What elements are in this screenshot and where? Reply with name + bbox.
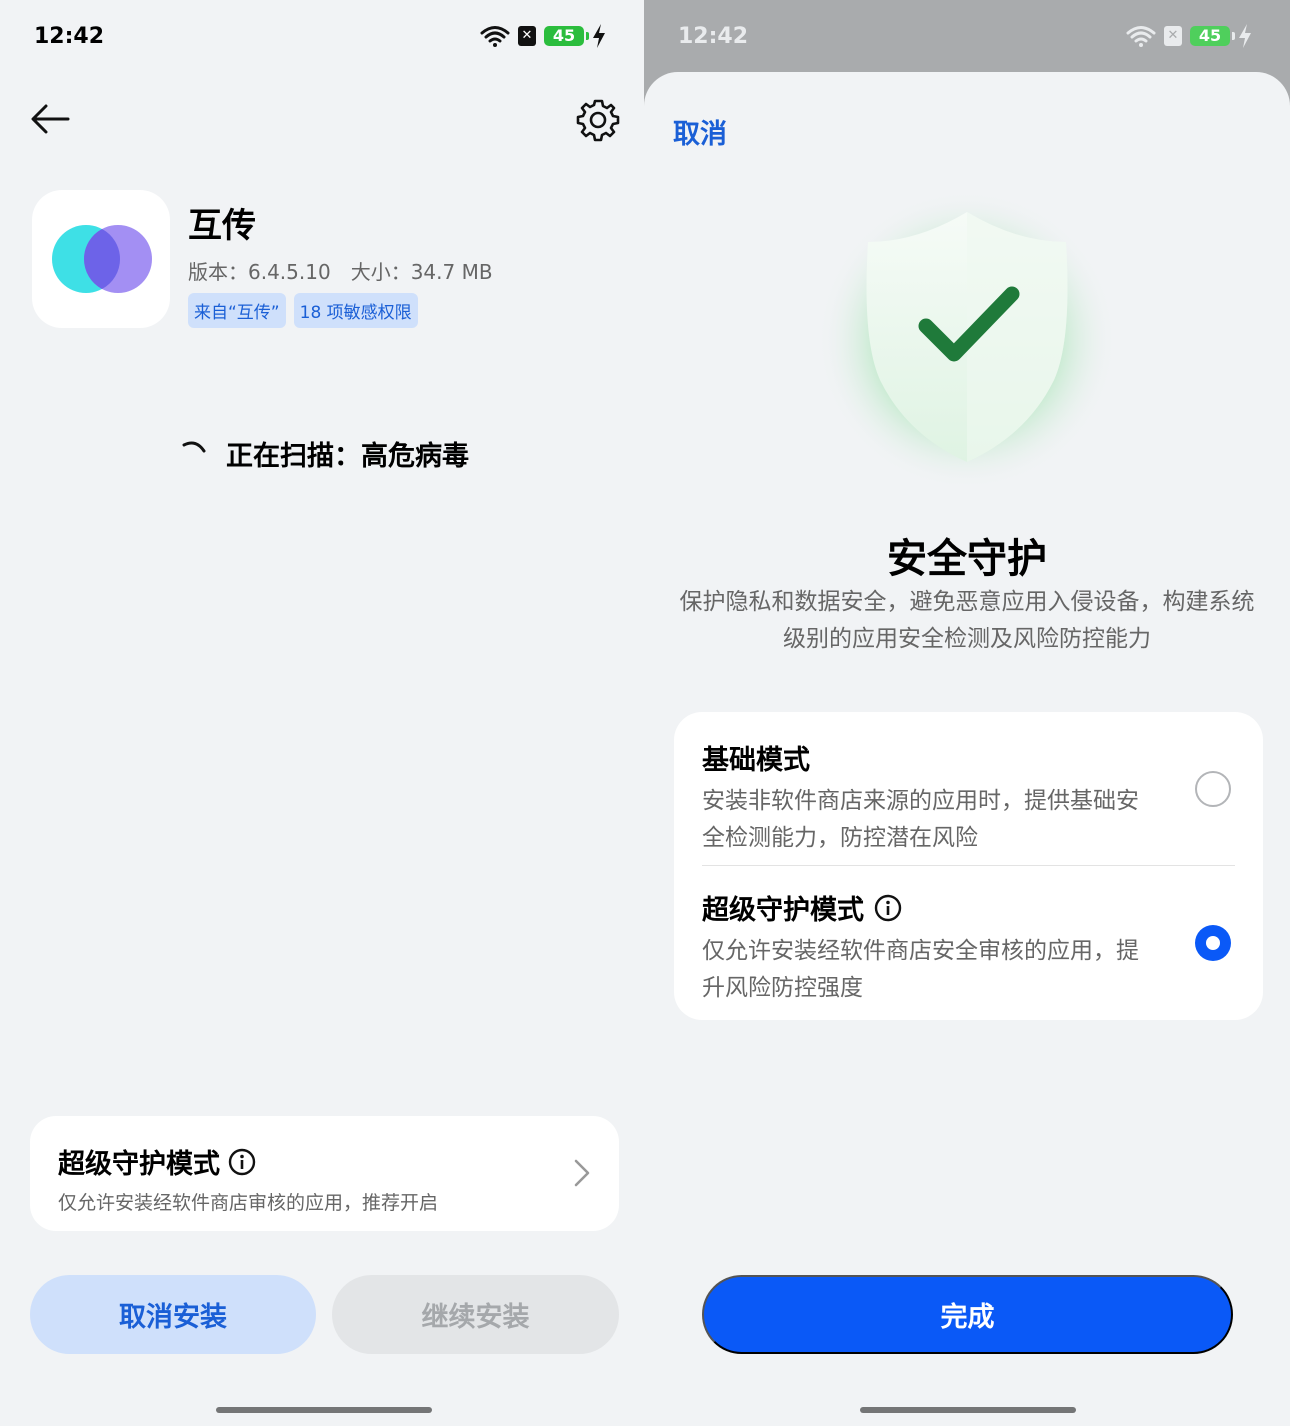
chevron-right-icon xyxy=(574,1159,590,1187)
settings-button[interactable] xyxy=(574,96,622,144)
sheet-cancel-button[interactable]: 取消 xyxy=(673,112,727,151)
option-basic-mode[interactable]: 基础模式 安装非软件商店来源的应用时，提供基础安全检测能力，防控潜在风险 xyxy=(702,738,1235,857)
sheet-description: 保护隐私和数据安全，避免恶意应用入侵设备，构建系统级别的应用安全检测及风险防控能… xyxy=(679,589,1255,652)
transfer-app-logo-icon xyxy=(52,225,152,293)
shield-check-icon xyxy=(817,190,1117,490)
status-bar-dimmed: 12:42 ✕ 45 xyxy=(644,0,1290,76)
status-icons: ✕ 45 xyxy=(480,24,606,48)
scan-status: 正在扫描：高危病毒 xyxy=(178,434,469,473)
source-tag[interactable]: 来自“互传” xyxy=(188,293,286,328)
shield-illustration xyxy=(817,190,1117,490)
security-settings-screen: 12:42 ✕ 45 取消 安全守护 保护隐私和数据安全，避免恶意应用入侵设备，… xyxy=(644,0,1290,1426)
option-desc: 仅允许安装经软件商店安全审核的应用，提升风险防控强度 xyxy=(702,938,1139,1001)
status-time: 12:42 xyxy=(34,24,105,49)
battery-icon: 45 xyxy=(544,26,589,46)
status-time: 12:42 xyxy=(678,24,749,49)
option-title-text: 超级守护模式 xyxy=(702,895,864,926)
option-title: 超级守护模式 xyxy=(702,888,1235,927)
cancel-install-button[interactable]: 取消安装 xyxy=(30,1275,316,1354)
option-super-guard-mode[interactable]: 超级守护模式 仅允许安装经软件商店安全审核的应用，提升风险防控强度 xyxy=(702,888,1235,1007)
info-icon[interactable] xyxy=(228,1148,256,1176)
super-guard-mode-radio[interactable] xyxy=(1195,925,1231,961)
mode-card-title-text: 超级守护模式 xyxy=(58,1149,220,1180)
app-version-size: 版本：6.4.5.10 大小：34.7 MB xyxy=(188,260,493,284)
no-sim-icon: ✕ xyxy=(518,26,536,46)
option-desc: 安装非软件商店来源的应用时，提供基础安全检测能力，防控潜在风险 xyxy=(702,788,1139,851)
info-icon[interactable] xyxy=(874,894,902,922)
mode-card-desc: 仅允许安装经软件商店审核的应用，推荐开启 xyxy=(58,1192,439,1214)
super-guard-mode-card[interactable]: 超级守护模式 仅允许安装经软件商店审核的应用，推荐开启 xyxy=(30,1116,619,1231)
bottom-sheet: 取消 安全守护 保护隐私和数据安全，避免恶意应用入侵设备，构建系统级别的应用安全… xyxy=(644,72,1290,1426)
sheet-title: 安全守护 xyxy=(887,536,1047,582)
back-button[interactable] xyxy=(28,96,76,144)
app-tags: 来自“互传” 18 项敏感权限 xyxy=(188,293,418,328)
home-indicator[interactable] xyxy=(860,1407,1076,1413)
mode-options: 基础模式 安装非软件商店来源的应用时，提供基础安全检测能力，防控潜在风险 超级守… xyxy=(674,712,1263,1020)
gear-icon xyxy=(576,99,620,142)
option-title: 基础模式 xyxy=(702,738,1235,777)
done-button[interactable]: 完成 xyxy=(702,1275,1233,1354)
status-icons: ✕ 45 xyxy=(1126,24,1252,48)
mode-card-title: 超级守护模式 xyxy=(58,1142,256,1181)
option-title-text: 基础模式 xyxy=(702,745,810,776)
charging-icon xyxy=(593,24,605,48)
scan-text: 正在扫描：高危病毒 xyxy=(226,441,469,472)
install-screen: 12:42 ✕ 45 互传 版本：6.4.5.10 大小：34.7 MB 来自“… xyxy=(0,0,644,1426)
home-indicator[interactable] xyxy=(216,1407,432,1413)
loading-spinner-icon xyxy=(182,441,206,452)
wifi-icon xyxy=(1126,26,1156,47)
basic-mode-radio[interactable] xyxy=(1195,771,1231,807)
permissions-tag[interactable]: 18 项敏感权限 xyxy=(293,293,418,328)
divider xyxy=(702,865,1235,866)
app-icon xyxy=(32,190,170,328)
no-sim-icon: ✕ xyxy=(1164,26,1182,46)
arrow-left-icon xyxy=(31,104,70,134)
charging-icon xyxy=(1239,24,1251,48)
battery-icon: 45 xyxy=(1190,26,1235,46)
app-name: 互传 xyxy=(188,206,256,246)
status-bar: 12:42 ✕ 45 xyxy=(0,0,644,76)
wifi-icon xyxy=(480,26,510,47)
continue-install-button[interactable]: 继续安装 xyxy=(332,1275,619,1354)
